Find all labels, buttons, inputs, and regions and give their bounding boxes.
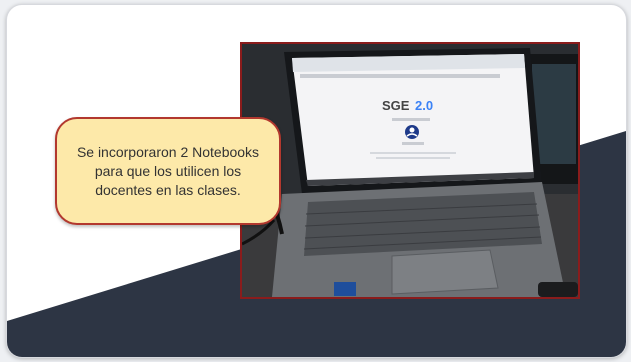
screen-app-version: 2.0 — [415, 98, 433, 113]
screen-app-title: SGE — [382, 98, 410, 113]
info-callout: Se incorporaron 2 Notebooks para que los… — [55, 117, 281, 225]
callout-text: Se incorporaron 2 Notebooks para que los… — [76, 143, 260, 198]
user-avatar-icon — [405, 125, 419, 139]
slide-card: SGE 2.0 Se incorporaron 2 Notebooks para… — [6, 4, 627, 358]
notebook-illustration: SGE 2.0 — [242, 44, 578, 297]
notebook-photo: SGE 2.0 — [240, 42, 580, 299]
